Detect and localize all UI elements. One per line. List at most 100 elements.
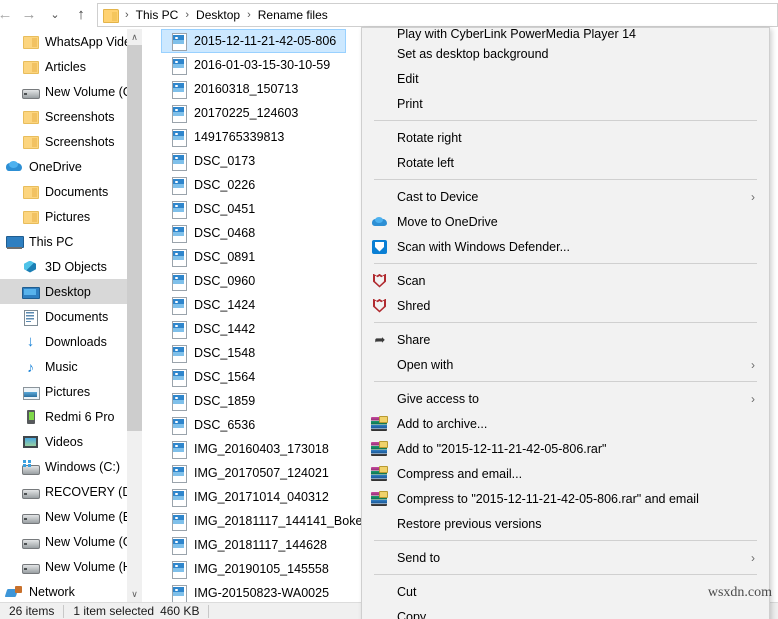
breadcrumb-this-pc[interactable]: This PC xyxy=(134,8,181,22)
sidebar-item-videos[interactable]: Videos xyxy=(0,429,142,454)
sidebar-item-network[interactable]: Network xyxy=(0,579,142,602)
menu-item-add-to-archive[interactable]: Add to archive... xyxy=(362,411,769,436)
sidebar-item-whatsapp-video[interactable]: WhatsApp Video📌 xyxy=(0,29,142,54)
sidebar-item-pictures[interactable]: Pictures xyxy=(0,379,142,404)
file-list-item[interactable]: DSC_1859 xyxy=(157,389,347,413)
file-list-item[interactable]: DSC_0960 xyxy=(157,269,347,293)
file-list-item[interactable]: IMG_20190105_145558 xyxy=(157,557,347,581)
image-file-icon xyxy=(171,177,187,195)
menu-item-play-with-cyberlink-powermedia-player-14[interactable]: Play with CyberLink PowerMedia Player 14 xyxy=(362,29,769,41)
sidebar-item-articles[interactable]: Articles xyxy=(0,54,142,79)
menu-item-label: Open with xyxy=(397,357,454,372)
file-list-item[interactable]: DSC_1564 xyxy=(157,365,347,389)
menu-item-open-with[interactable]: Open with › xyxy=(362,352,769,377)
file-list-item[interactable]: DSC_1442 xyxy=(157,317,347,341)
sidebar-item-screenshots[interactable]: Screenshots xyxy=(0,129,142,154)
pictures-icon xyxy=(22,384,40,400)
file-list-item[interactable]: DSC_0891 xyxy=(157,245,347,269)
context-menu[interactable]: Play with CyberLink PowerMedia Player 14… xyxy=(361,27,770,619)
menu-separator xyxy=(374,179,757,180)
image-file-icon xyxy=(171,33,187,51)
file-list-item[interactable]: DSC_0226 xyxy=(157,173,347,197)
back-button[interactable]: ← xyxy=(0,3,16,27)
folder-icon xyxy=(22,209,39,225)
menu-item-label: Give access to xyxy=(397,391,479,406)
breadcrumb-rename-files[interactable]: Rename files xyxy=(256,8,330,22)
sidebar-item-documents[interactable]: Documents xyxy=(0,304,142,329)
file-list-item[interactable]: 20170225_124603 xyxy=(157,101,347,125)
sidebar-item-new-volume-g[interactable]: New Volume (G:) xyxy=(0,79,142,104)
file-list-item[interactable]: DSC_1548 xyxy=(157,341,347,365)
scrollbar-thumb[interactable] xyxy=(127,45,142,431)
image-file-icon xyxy=(171,561,187,579)
sidebar-item-new-volume-e[interactable]: New Volume (E:) xyxy=(0,504,142,529)
file-list-item[interactable]: DSC_6536 xyxy=(157,413,347,437)
file-list-item[interactable]: IMG-20150823-WA0025 xyxy=(157,581,347,602)
menu-item-rotate-left[interactable]: Rotate left xyxy=(362,150,769,175)
sidebar-item-downloads[interactable]: ↓ Downloads xyxy=(0,329,142,354)
menu-item-scan[interactable]: Scan xyxy=(362,268,769,293)
menu-item-move-to-onedrive[interactable]: Move to OneDrive xyxy=(362,209,769,234)
menu-item-label: Rotate left xyxy=(397,155,454,170)
breadcrumb-desktop[interactable]: Desktop xyxy=(194,8,242,22)
menu-item-label: Add to archive... xyxy=(397,416,488,431)
file-list-item[interactable]: DSC_0173 xyxy=(157,149,347,173)
sidebar-item-onedrive[interactable]: OneDrive xyxy=(0,154,142,179)
menu-item-set-as-desktop-background[interactable]: Set as desktop background xyxy=(362,41,769,66)
file-name-label: IMG_20171014_040312 xyxy=(194,490,329,504)
menu-item-share[interactable]: ➦ Share xyxy=(362,327,769,352)
file-list-item[interactable]: 2016-01-03-15-30-10-59 xyxy=(157,53,347,77)
file-name-label: 1491765339813 xyxy=(194,130,285,144)
menu-item-give-access-to[interactable]: Give access to › xyxy=(362,386,769,411)
file-list-item[interactable]: IMG_20171014_040312 xyxy=(157,485,347,509)
scroll-down-icon[interactable]: ∨ xyxy=(127,586,142,602)
file-list-item[interactable]: DSC_0451 xyxy=(157,197,347,221)
file-list-item[interactable]: DSC_1424 xyxy=(157,293,347,317)
file-name-label: DSC_1859 xyxy=(194,394,256,408)
recent-locations-icon[interactable]: ⌄ xyxy=(42,3,68,27)
sidebar-item-windows-c[interactable]: Windows (C:) xyxy=(0,454,142,479)
file-list-item[interactable]: IMG_20170507_124021 xyxy=(157,461,347,485)
up-button[interactable]: ↑ xyxy=(68,3,94,27)
sidebar-item-this-pc[interactable]: This PC xyxy=(0,229,142,254)
menu-item-restore-previous-versions[interactable]: Restore previous versions xyxy=(362,511,769,536)
file-list-item[interactable]: 20160318_150713 xyxy=(157,77,347,101)
file-list-item[interactable]: 1491765339813 xyxy=(157,125,347,149)
menu-item-shred[interactable]: Shred xyxy=(362,293,769,318)
file-list-item[interactable]: IMG_20181117_144141_Bokeh xyxy=(157,509,369,533)
menu-item-cast-to-device[interactable]: Cast to Device › xyxy=(362,184,769,209)
file-list-item[interactable]: IMG_20181117_144628 xyxy=(157,533,347,557)
menu-item-rotate-right[interactable]: Rotate right xyxy=(362,125,769,150)
file-list-item[interactable]: IMG_20160403_173018 xyxy=(157,437,347,461)
sidebar-item-screenshots[interactable]: Screenshots xyxy=(0,104,142,129)
file-list-item[interactable]: 2015-12-11-21-42-05-806 xyxy=(161,29,346,53)
menu-item-compress-to-2015-12-11-21-42-05-806-rar-an[interactable]: Compress to "2015-12-11-21-42-05-806.rar… xyxy=(362,486,769,511)
file-list-item[interactable]: DSC_0468 xyxy=(157,221,347,245)
forward-button[interactable]: → xyxy=(16,3,42,27)
menu-item-send-to[interactable]: Send to › xyxy=(362,545,769,570)
sidebar-item-label: This PC xyxy=(29,234,74,249)
menu-item-compress-and-email[interactable]: Compress and email... xyxy=(362,461,769,486)
sidebar-item-recovery-d[interactable]: RECOVERY (D:) xyxy=(0,479,142,504)
menu-item-add-to-2015-12-11-21-42-05-806-rar[interactable]: Add to "2015-12-11-21-42-05-806.rar" xyxy=(362,436,769,461)
menu-item-scan-with-windows-defender[interactable]: Scan with Windows Defender... xyxy=(362,234,769,259)
sidebar-item-music[interactable]: ♪ Music xyxy=(0,354,142,379)
sidebar-item-3d-objects[interactable]: 3D Objects xyxy=(0,254,142,279)
scroll-up-icon[interactable]: ∧ xyxy=(127,29,142,45)
file-name-label: 20170225_124603 xyxy=(194,106,299,120)
file-name-label: DSC_0451 xyxy=(194,202,256,216)
menu-item-edit[interactable]: Edit xyxy=(362,66,769,91)
menu-item-copy[interactable]: Copy xyxy=(362,604,769,619)
status-selection-text: 1 item selected xyxy=(73,604,155,618)
menu-icon-placeholder xyxy=(370,357,390,373)
sidebar-item-new-volume-h[interactable]: New Volume (H:) xyxy=(0,554,142,579)
menu-separator xyxy=(374,120,757,121)
menu-item-print[interactable]: Print xyxy=(362,91,769,116)
sidebar-item-redmi-6-pro[interactable]: Redmi 6 Pro xyxy=(0,404,142,429)
sidebar-item-desktop[interactable]: Desktop xyxy=(0,279,142,304)
address-bar[interactable]: › This PC › Desktop › Rename files xyxy=(97,2,778,27)
sidebar-item-documents[interactable]: Documents xyxy=(0,179,142,204)
sidebar-item-pictures[interactable]: Pictures xyxy=(0,204,142,229)
sidebar-scrollbar[interactable]: ∧ ∨ xyxy=(127,29,142,602)
sidebar-item-new-volume-g[interactable]: New Volume (G:) xyxy=(0,529,142,554)
